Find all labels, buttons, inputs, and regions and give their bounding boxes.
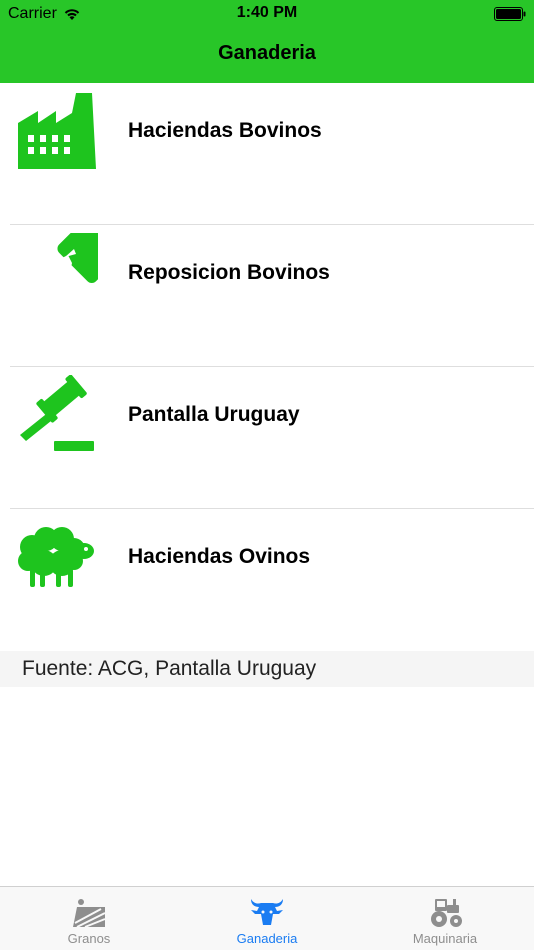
- list-item-label: Haciendas Ovinos: [128, 545, 311, 568]
- tab-ganaderia[interactable]: Ganaderia: [178, 887, 356, 950]
- list-item-reposicion-bovinos[interactable]: Reposicion Bovinos: [0, 225, 534, 367]
- cow-sign-icon: [40, 233, 98, 283]
- tractor-icon: [431, 899, 462, 927]
- source-footer: Fuente: ACG, Pantalla Uruguay: [0, 651, 534, 687]
- list-item-haciendas-ovinos[interactable]: Haciendas Ovinos: [0, 509, 534, 651]
- battery-icon: [494, 7, 526, 21]
- screen: Carrier 1:40 PM Ganaderia Haciendas Bovi…: [0, 0, 534, 950]
- bull-icon: [251, 899, 283, 925]
- factory-icon: [18, 93, 96, 169]
- tab-label: Ganaderia: [236, 931, 298, 946]
- tab-granos[interactable]: Granos: [0, 887, 178, 950]
- gavel-icon: [20, 375, 94, 451]
- list-item-label: Haciendas Bovinos: [128, 119, 322, 142]
- list-item-label: Pantalla Uruguay: [128, 403, 300, 426]
- menu-list: Haciendas Bovinos Reposicion Bovinos Pan…: [0, 83, 534, 651]
- tab-label: Granos: [67, 931, 111, 946]
- tab-label: Maquinaria: [412, 931, 478, 946]
- field-icon: [73, 899, 106, 928]
- top-bar: Carrier 1:40 PM Ganaderia: [0, 0, 534, 83]
- list-item-haciendas-bovinos[interactable]: Haciendas Bovinos: [0, 83, 534, 225]
- status-bar: Carrier 1:40 PM: [0, 0, 534, 30]
- list-item-label: Reposicion Bovinos: [128, 261, 330, 284]
- nav-title: Ganaderia: [218, 42, 316, 64]
- sheep-icon: [18, 527, 94, 587]
- tab-maquinaria[interactable]: Maquinaria: [356, 887, 534, 950]
- status-time: 1:40 PM: [236, 4, 298, 21]
- tab-bar: Granos Ganaderia Maquinaria: [0, 886, 534, 950]
- list-item-pantalla-uruguay[interactable]: Pantalla Uruguay: [0, 367, 534, 509]
